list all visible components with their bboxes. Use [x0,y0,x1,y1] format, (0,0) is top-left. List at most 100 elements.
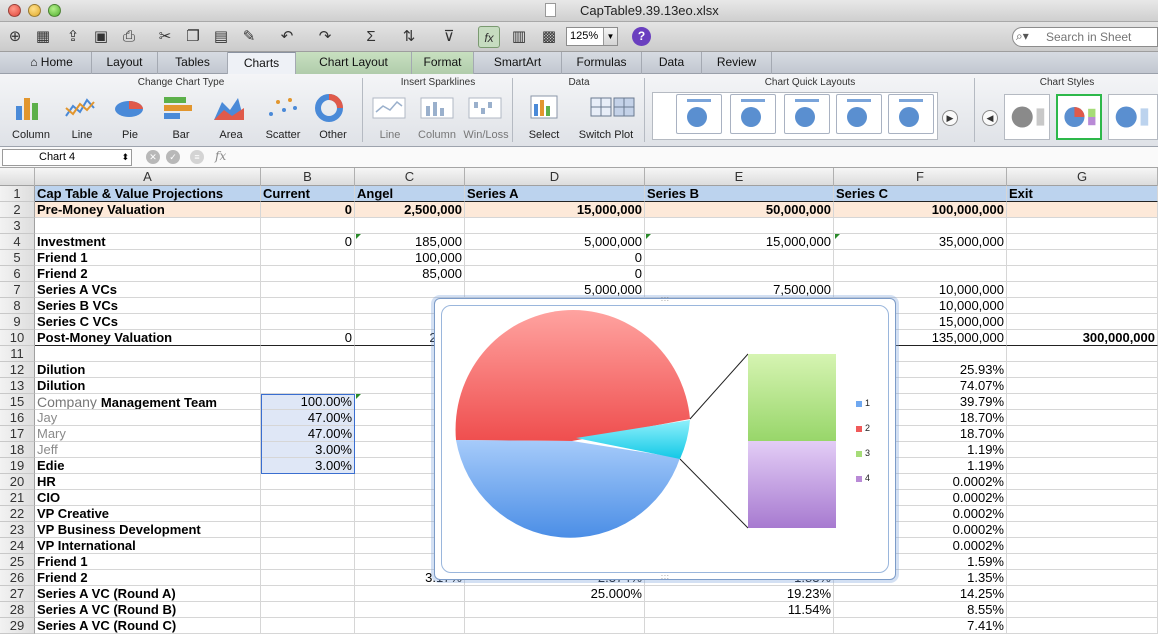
row-header[interactable]: 28 [0,602,35,618]
column-header-g[interactable]: G [1007,168,1158,186]
line-chart-icon[interactable] [64,94,98,122]
cell-e6[interactable] [645,266,834,282]
pie-slice-red[interactable] [455,310,690,441]
cell-a26[interactable]: Friend 2 [35,570,261,586]
cell-a11[interactable] [35,346,261,362]
row-header[interactable]: 12 [0,362,35,378]
cell-b8[interactable] [261,298,355,314]
tab-home[interactable]: ⌂ Home [12,52,92,74]
help-button[interactable]: ? [632,27,651,46]
row-header[interactable]: 7 [0,282,35,298]
cell-g23[interactable] [1007,522,1158,538]
area-chart-icon[interactable] [212,94,246,122]
copy-icon[interactable]: ❐ [182,26,204,48]
cell-e4[interactable]: 15,000,000 [645,234,834,250]
cell-c3[interactable] [355,218,465,234]
undo-icon[interactable]: ↶ [276,26,298,48]
cell-f4[interactable]: 35,000,000 [834,234,1007,250]
cell-b15[interactable]: 100.00% [261,394,355,410]
cell-b3[interactable] [261,218,355,234]
resize-handle-top[interactable]: ::: [661,296,670,303]
tab-smartart[interactable]: SmartArt [474,52,562,74]
cell-g16[interactable] [1007,410,1158,426]
templates-icon[interactable]: ▦ [32,26,54,48]
quick-layout-2[interactable] [730,94,776,134]
cell-a10[interactable]: Post-Money Valuation [35,330,261,346]
column-header-d[interactable]: D [465,168,645,186]
cell-a6[interactable]: Friend 2 [35,266,261,282]
save-icon[interactable]: ▣ [90,26,112,48]
cell-a20[interactable]: HR [35,474,261,490]
cell-b1[interactable]: Current [261,186,355,202]
chevron-left-icon[interactable]: ◀ [982,110,998,126]
cell-g1[interactable]: Exit [1007,186,1158,202]
cell-b6[interactable] [261,266,355,282]
cell-b2[interactable]: 0 [261,202,355,218]
cell-b5[interactable] [261,250,355,266]
sparkline-column-icon[interactable] [420,94,454,122]
row-header[interactable]: 19 [0,458,35,474]
column-header-c[interactable]: C [355,168,465,186]
cell-f28[interactable]: 8.55% [834,602,1007,618]
row-header[interactable]: 15 [0,394,35,410]
scatter-chart-icon[interactable] [266,94,300,122]
cell-a29[interactable]: Series A VC (Round C) [35,618,261,634]
cell-f5[interactable] [834,250,1007,266]
formula-icon[interactable]: ≡ [190,150,204,164]
cell-b12[interactable] [261,362,355,378]
row-header[interactable]: 20 [0,474,35,490]
cell-g21[interactable] [1007,490,1158,506]
cell-d29[interactable] [465,618,645,634]
sparkline-line-icon[interactable] [372,94,406,122]
cell-a17[interactable]: Mary [35,426,261,442]
select-all-corner[interactable] [0,168,35,186]
cell-g4[interactable] [1007,234,1158,250]
cell-b17[interactable]: 47.00% [261,426,355,442]
cell-c28[interactable] [355,602,465,618]
other-chart-icon[interactable] [314,94,348,122]
chevron-right-icon[interactable]: ▶ [942,110,958,126]
cell-a27[interactable]: Series A VC (Round A) [35,586,261,602]
cell-g12[interactable] [1007,362,1158,378]
resize-handle-bottom[interactable]: ::: [661,574,670,581]
chart-style-3[interactable] [1108,94,1158,140]
cell-c29[interactable] [355,618,465,634]
tab-data[interactable]: Data [642,52,702,74]
cell-f6[interactable] [834,266,1007,282]
cell-f7[interactable]: 10,000,000 [834,282,1007,298]
row-header[interactable]: 13 [0,378,35,394]
cell-a16[interactable]: Jay [35,410,261,426]
cell-g10[interactable]: 300,000,000 [1007,330,1158,346]
row-header[interactable]: 3 [0,218,35,234]
cell-a13[interactable]: Dilution [35,378,261,394]
cell-b29[interactable] [261,618,355,634]
row-header[interactable]: 2 [0,202,35,218]
cell-b23[interactable] [261,522,355,538]
cell-b16[interactable]: 47.00% [261,410,355,426]
cell-g7[interactable] [1007,282,1158,298]
open-icon[interactable]: ⇪ [62,26,84,48]
cell-g5[interactable] [1007,250,1158,266]
cell-g9[interactable] [1007,314,1158,330]
cell-e2[interactable]: 50,000,000 [645,202,834,218]
cell-d3[interactable] [465,218,645,234]
row-header[interactable]: 8 [0,298,35,314]
cell-f29[interactable]: 7.41% [834,618,1007,634]
cell-f27[interactable]: 14.25% [834,586,1007,602]
cell-b9[interactable] [261,314,355,330]
row-header[interactable]: 4 [0,234,35,250]
cell-b22[interactable] [261,506,355,522]
row-header[interactable]: 1 [0,186,35,202]
chart-style-1[interactable] [1004,94,1050,140]
cell-e5[interactable] [645,250,834,266]
cancel-icon[interactable]: ✕ [146,150,160,164]
row-header[interactable]: 16 [0,410,35,426]
print-icon[interactable]: ⎙ [118,26,140,48]
cell-g6[interactable] [1007,266,1158,282]
cell-g13[interactable] [1007,378,1158,394]
cell-g28[interactable] [1007,602,1158,618]
tab-review[interactable]: Review [702,52,772,74]
tab-layout[interactable]: Layout [92,52,158,74]
cell-a8[interactable]: Series B VCs [35,298,261,314]
cell-b28[interactable] [261,602,355,618]
